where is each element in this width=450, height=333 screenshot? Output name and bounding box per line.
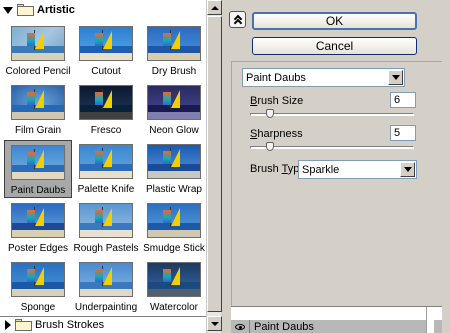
brush-size-field[interactable]: 6 xyxy=(390,92,416,108)
filter-thumbnail-label: Plastic Wrap xyxy=(146,184,202,195)
group-header-brush-strokes[interactable]: Brush Strokes xyxy=(0,316,206,333)
filter-thumbnail-rough-pastels[interactable]: Rough Pastels xyxy=(72,199,140,257)
layer-list-scrollbar[interactable] xyxy=(426,307,434,333)
filter-thumbnail-label: Sponge xyxy=(20,302,56,313)
filter-preview-image xyxy=(79,203,133,238)
chevron-down-icon xyxy=(403,167,412,172)
eye-icon xyxy=(235,324,245,330)
dropdown-button[interactable] xyxy=(400,162,415,177)
group-header-artistic[interactable]: Artistic xyxy=(0,0,206,20)
ok-button[interactable]: OK xyxy=(252,12,417,30)
filter-preview-image xyxy=(147,26,201,61)
filter-preview-image xyxy=(11,203,65,238)
filter-preview-image xyxy=(79,85,133,120)
filter-thumbnail-label: Dry Brush xyxy=(151,66,197,77)
effect-layer-row[interactable]: Paint Daubs xyxy=(231,320,442,333)
sharpness-label: Sharpness xyxy=(250,128,303,140)
collapse-gallery-button[interactable] xyxy=(229,11,246,28)
filter-thumbnail-label: Neon Glow xyxy=(149,125,199,136)
filter-thumbnail-paint-daubs[interactable]: Paint Daubs xyxy=(4,140,72,198)
brush-type-value: Sparkle xyxy=(302,163,340,176)
effect-layer-name: Paint Daubs xyxy=(254,321,314,333)
filter-thumbnail-colored-pencil[interactable]: Colored Pencil xyxy=(4,22,72,80)
filter-select[interactable]: Paint Daubs xyxy=(242,68,405,87)
filter-preview-image xyxy=(147,85,201,120)
filter-preview-image xyxy=(147,144,201,179)
filter-thumbnail-watercolor[interactable]: Watercolor xyxy=(140,258,206,316)
group-title: Brush Strokes xyxy=(35,319,105,331)
filter-thumbnail-fresco[interactable]: Fresco xyxy=(72,81,140,139)
arrow-down-icon xyxy=(210,321,219,326)
gallery-list: Artistic Colored Pencil Cutout Dry Brush Fi… xyxy=(0,0,206,316)
filter-preview-image xyxy=(79,144,133,179)
sharpness-slider-thumb[interactable] xyxy=(266,142,274,151)
filter-thumbnail-label: Poster Edges xyxy=(7,243,69,254)
filter-thumbnail-label: Palette Knife xyxy=(77,184,135,195)
filter-thumbnail-palette-knife[interactable]: Palette Knife xyxy=(72,140,140,198)
filter-thumbnail-smudge-stick[interactable]: Smudge Stick xyxy=(140,199,206,257)
sharpness-field[interactable]: 5 xyxy=(390,125,416,141)
filter-thumbnail-label: Colored Pencil xyxy=(5,66,71,77)
folder-icon xyxy=(17,4,34,16)
filter-thumbnail-label: Fresco xyxy=(90,125,122,136)
filter-preview-image xyxy=(11,26,65,61)
brush-size-slider[interactable] xyxy=(250,113,414,116)
filter-preview-image xyxy=(79,262,133,297)
filter-thumbnail-label: Underpainting xyxy=(74,302,138,313)
sharpness-slider[interactable] xyxy=(250,146,414,149)
group-title: Artistic xyxy=(37,4,75,16)
brush-size-slider-thumb[interactable] xyxy=(266,109,274,118)
filter-thumbnail-label: Smudge Stick xyxy=(143,243,205,254)
filter-thumbnail-label: Film Grain xyxy=(14,125,62,136)
cancel-button[interactable]: Cancel xyxy=(252,37,417,55)
folder-icon xyxy=(15,319,32,331)
filter-thumbnail-film-grain[interactable]: Film Grain xyxy=(4,81,72,139)
gallery-scrollbar[interactable] xyxy=(206,0,222,333)
filter-preview-image xyxy=(147,203,201,238)
filter-gallery: Artistic Colored Pencil Cutout Dry Brush Fi… xyxy=(0,0,222,333)
scroll-down-button[interactable] xyxy=(207,316,222,331)
visibility-toggle[interactable] xyxy=(231,320,250,333)
expanded-triangle-icon xyxy=(3,6,13,14)
effect-layers-list: Paint Daubs xyxy=(231,306,442,333)
arrow-up-icon xyxy=(210,5,219,10)
filter-preview-image xyxy=(11,262,65,297)
filter-preview-image xyxy=(79,26,133,61)
filter-thumbnail-label: Paint Daubs xyxy=(10,185,66,196)
dropdown-button[interactable] xyxy=(388,70,403,85)
filter-thumbnail-underpainting[interactable]: Underpainting xyxy=(72,258,140,316)
chevron-down-icon xyxy=(391,75,400,80)
filter-thumbnail-poster-edges[interactable]: Poster Edges xyxy=(4,199,72,257)
scroll-thumb[interactable] xyxy=(207,16,222,312)
filter-thumbnail-label: Watercolor xyxy=(150,302,198,313)
brush-size-label: Brush Size xyxy=(250,95,304,107)
filter-preview-image xyxy=(147,262,201,297)
filter-thumbnail-label: Rough Pastels xyxy=(73,243,139,254)
filter-thumbnail-neon-glow[interactable]: Neon Glow xyxy=(140,81,206,139)
filter-thumbnail-cutout[interactable]: Cutout xyxy=(72,22,140,80)
filter-select-value: Paint Daubs xyxy=(246,71,306,84)
filter-thumbnail-sponge[interactable]: Sponge xyxy=(4,258,72,316)
filter-thumbnail-plastic-wrap[interactable]: Plastic Wrap xyxy=(140,140,206,198)
scroll-up-button[interactable] xyxy=(207,0,222,15)
filter-thumbnail-label: Cutout xyxy=(91,66,121,77)
filter-preview-image xyxy=(11,85,65,120)
collapsed-triangle-icon xyxy=(5,320,11,330)
filter-preview-image xyxy=(11,145,65,180)
filter-thumbnail-dry-brush[interactable]: Dry Brush xyxy=(140,22,206,80)
brush-type-select[interactable]: Sparkle xyxy=(298,160,417,179)
